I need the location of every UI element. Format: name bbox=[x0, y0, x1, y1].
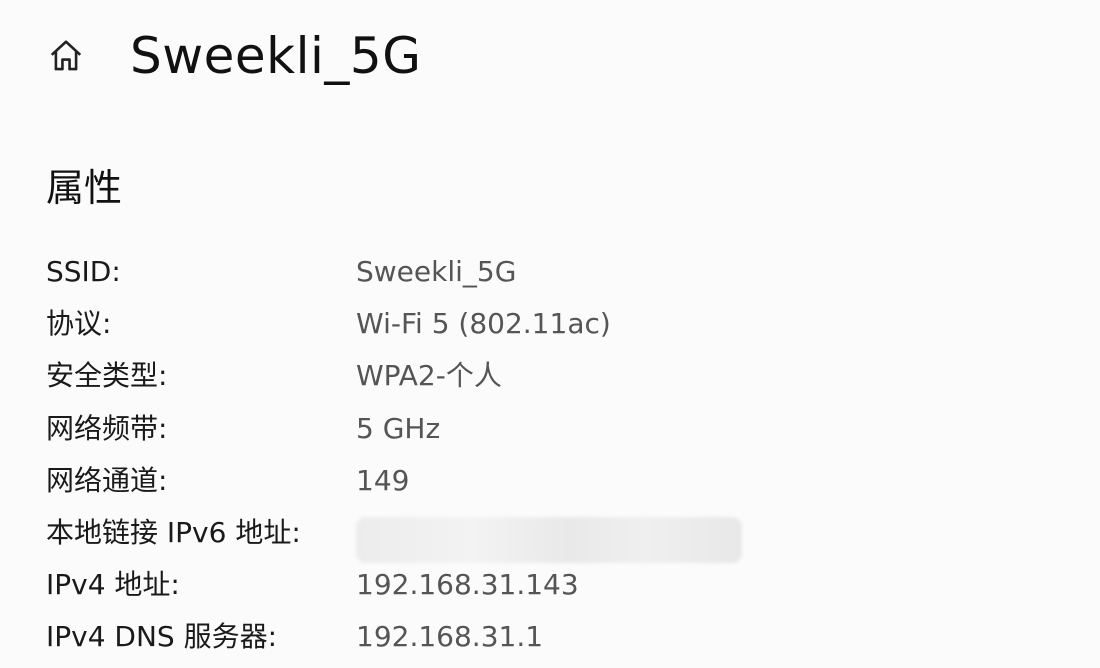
property-row-security-type: 安全类型: WPA2-个人 bbox=[0, 350, 1100, 402]
page-header: Sweekli_5G bbox=[0, 0, 1100, 110]
property-value: Wi-Fi 5 (802.11ac) bbox=[356, 307, 611, 341]
page-title: Sweekli_5G bbox=[130, 27, 422, 85]
home-icon bbox=[50, 40, 82, 71]
property-label: 协议: bbox=[46, 307, 112, 341]
property-row-protocol: 协议: Wi-Fi 5 (802.11ac) bbox=[0, 298, 1100, 350]
redacted-value bbox=[356, 516, 742, 563]
property-value: WPA2-个人 bbox=[356, 359, 502, 393]
property-label: IPv4 地址: bbox=[46, 568, 180, 602]
property-row-ipv4-address: IPv4 地址: 192.168.31.143 bbox=[0, 559, 1100, 611]
property-row-link-local-ipv6: 本地链接 IPv6 地址: bbox=[0, 507, 1100, 563]
property-label: SSID: bbox=[46, 255, 121, 288]
property-label: 网络通道: bbox=[46, 463, 168, 497]
property-label: 本地链接 IPv6 地址: bbox=[46, 515, 301, 549]
property-value: 192.168.31.143 bbox=[356, 568, 579, 602]
property-label: 网络频带: bbox=[46, 411, 168, 445]
property-value: 149 bbox=[356, 463, 410, 497]
property-label: IPv4 DNS 服务器: bbox=[46, 620, 278, 654]
property-value: 192.168.31.1 bbox=[356, 620, 544, 654]
home-button[interactable] bbox=[42, 32, 90, 80]
property-row-ssid: SSID: Sweekli_5G bbox=[0, 246, 1100, 298]
property-row-network-channel: 网络通道: 149 bbox=[0, 455, 1100, 507]
property-value: 5 GHz bbox=[356, 411, 441, 445]
property-label: 安全类型: bbox=[46, 359, 168, 393]
property-row-ipv4-dns: IPv4 DNS 服务器: 192.168.31.1 bbox=[0, 611, 1100, 663]
property-value: Sweekli_5G bbox=[356, 255, 517, 288]
properties-list: SSID: Sweekli_5G 协议: Wi-Fi 5 (802.11ac) … bbox=[0, 246, 1100, 664]
property-row-network-band: 网络频带: 5 GHz bbox=[0, 403, 1100, 455]
properties-heading: 属性 bbox=[46, 166, 123, 210]
